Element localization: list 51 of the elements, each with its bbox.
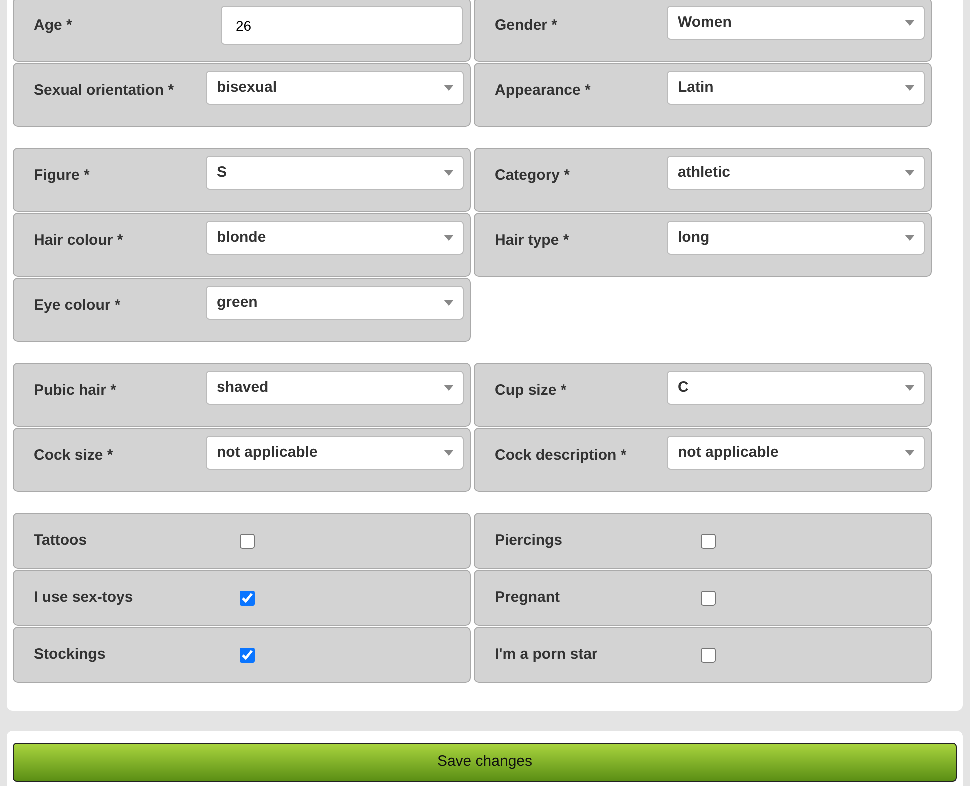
select-field[interactable]: C [667,371,925,405]
field-label: Cup size * [494,381,568,401]
field-label: Pregnant [494,588,562,608]
field-label: Appearance * [494,81,592,101]
field-label: Stockings [33,644,107,665]
field-label: Cock size * [33,446,114,466]
field-label: Cock description * [494,446,628,466]
field-label: Eye colour * [33,296,122,316]
save-button[interactable]: Save changes [13,743,957,782]
caret-icon [444,170,454,176]
select-field[interactable]: S [206,156,464,190]
checkbox[interactable] [701,590,716,606]
field-label: Hair type * [494,231,570,251]
caret-icon [905,235,915,241]
field-label: Gender * [494,16,559,36]
caret-icon [905,385,915,391]
field-label: Tattoos [33,530,88,551]
caret-icon [905,450,915,456]
select-field[interactable]: long [667,221,925,255]
caret-icon [905,170,915,176]
field-label: Category * [494,166,572,186]
field-label: I use sex-toys [33,588,134,608]
caret-icon [905,20,915,26]
checkbox[interactable] [240,648,255,662]
checkbox[interactable] [240,534,255,548]
checkbox[interactable] [701,648,716,662]
select-field[interactable]: not applicable [206,436,464,470]
field-label: Pubic hair * [33,381,118,401]
caret-icon [444,235,454,241]
field-label: Age * [33,16,74,36]
select-field[interactable]: bisexual [206,71,464,105]
select-field[interactable]: Latin [667,71,925,105]
field-label: Hair colour * [33,231,124,251]
select-field[interactable]: Women [667,6,925,40]
caret-icon [444,450,454,456]
input-field[interactable]: 26 [221,6,463,45]
checkbox[interactable] [240,590,255,606]
field-label: I'm a porn star [494,644,599,665]
caret-icon [444,300,454,306]
field-label: Sexual orientation * [33,81,176,101]
caret-icon [444,85,454,91]
select-field[interactable]: not applicable [667,436,925,470]
checkbox[interactable] [701,534,716,548]
caret-icon [444,385,454,391]
caret-icon [905,85,915,91]
select-field[interactable]: blonde [206,221,464,255]
field-label: Piercings [494,530,564,551]
select-field[interactable]: green [206,286,464,320]
select-field[interactable]: shaved [206,371,464,405]
field-label: Figure * [33,166,91,186]
select-field[interactable]: athletic [667,156,925,190]
